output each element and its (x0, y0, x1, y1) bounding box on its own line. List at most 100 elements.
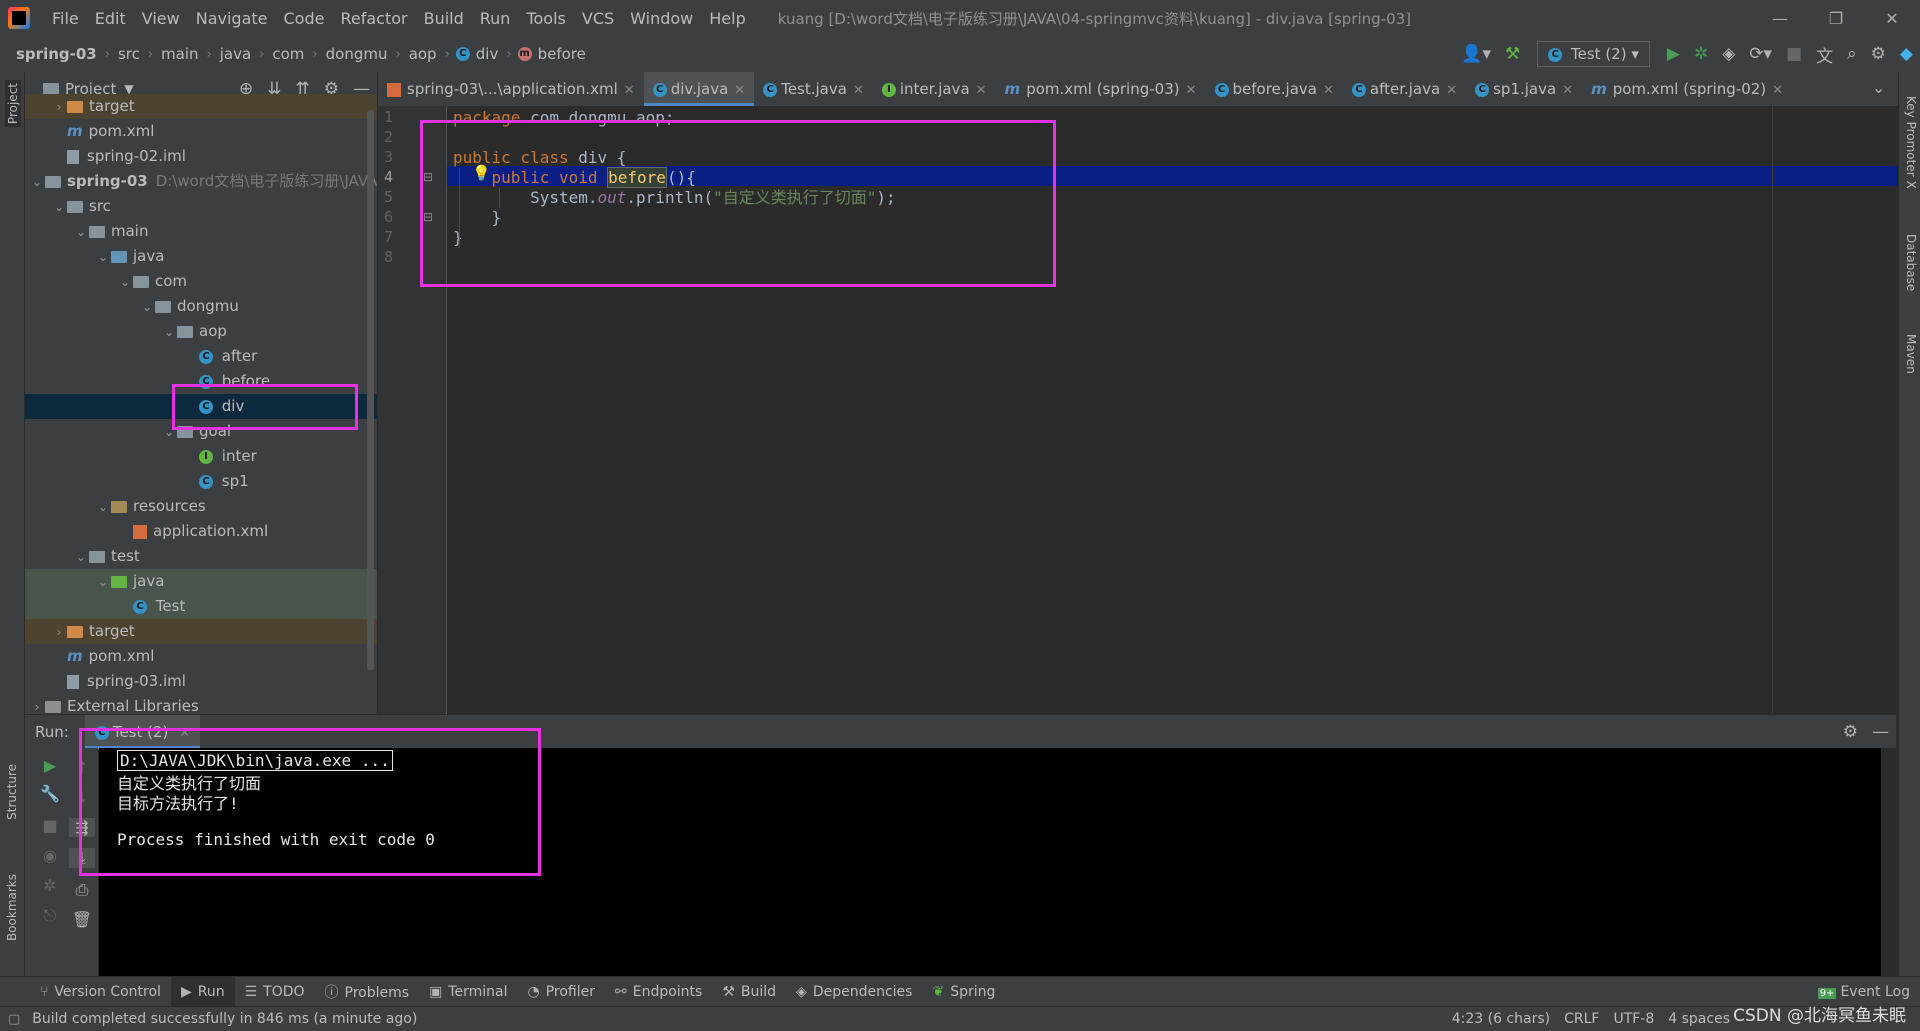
editor-tab[interactable]: Cdiv.java ✕ (643, 72, 755, 106)
menu-code[interactable]: Code (276, 9, 333, 28)
status-icon[interactable]: ▢ (8, 1012, 20, 1027)
menu-file[interactable]: File (44, 9, 87, 28)
tree-item[interactable]: ⌄ com (25, 269, 377, 294)
tool-tab-run[interactable]: ▶ Run (170, 977, 235, 1007)
tool-window-database[interactable]: Database (1904, 234, 1918, 291)
close-icon[interactable]: ✕ (1186, 83, 1197, 98)
settings-gear-icon[interactable]: ⚙ (1871, 44, 1886, 64)
editor-tab[interactable]: Csp1.java ✕ (1466, 72, 1582, 106)
tool-tab-dependencies[interactable]: ◈ Dependencies (786, 984, 922, 1000)
editor-tab[interactable]: m pom.xml (spring-03) ✕ (996, 72, 1206, 106)
expand-arrow-icon[interactable]: › (29, 695, 45, 714)
tool-tab-profiler[interactable]: ◔ Profiler (517, 984, 605, 1000)
close-icon[interactable]: ✕ (1772, 83, 1783, 98)
expand-arrow-icon[interactable]: ⌄ (51, 195, 67, 220)
tool-window-maven[interactable]: Maven (1904, 334, 1918, 374)
expand-arrow-icon[interactable]: ⌄ (95, 245, 111, 270)
restore-icon[interactable]: ❐ (1808, 9, 1864, 28)
menu-help[interactable]: Help (701, 9, 753, 28)
editor-tab[interactable]: m pom.xml (spring-02) ✕ (1582, 72, 1792, 106)
rerun-icon[interactable]: ▶ (37, 756, 63, 775)
translate-icon[interactable]: 文 (1816, 42, 1833, 67)
tree-item[interactable]: ⌄ aop (25, 319, 377, 344)
expand-arrow-icon[interactable]: ⌄ (95, 570, 111, 595)
tree-item[interactable]: › target (25, 619, 377, 644)
editor-tab[interactable]: Cafter.java ✕ (1343, 72, 1466, 106)
tool-tab-version-control[interactable]: ⑂ Version Control (30, 984, 171, 1000)
close-icon[interactable]: ✕ (976, 83, 987, 98)
breadcrumb-java[interactable]: java (218, 45, 253, 63)
tree-item[interactable]: ⌄ src (25, 194, 377, 219)
menu-vcs[interactable]: VCS (574, 9, 622, 28)
tree-item[interactable]: ⌄ test (25, 544, 377, 569)
expand-arrow-icon[interactable]: › (51, 620, 67, 645)
tree-item[interactable]: I inter (25, 444, 377, 469)
user-icon[interactable]: 👤▾ (1461, 44, 1491, 64)
tree-item[interactable]: application.xml (25, 519, 377, 544)
indent-setting[interactable]: 4 spaces (1668, 1011, 1730, 1027)
search-icon[interactable]: ⌕ (1847, 44, 1857, 64)
menu-navigate[interactable]: Navigate (188, 9, 276, 28)
close-icon[interactable]: ✕ (1323, 83, 1334, 98)
breadcrumb-src[interactable]: src (116, 45, 142, 63)
plugin-icon[interactable]: ◆ (1900, 44, 1913, 64)
tree-item[interactable]: C Test (25, 594, 377, 619)
close-icon[interactable]: ✕ (734, 83, 745, 98)
tree-item[interactable]: spring-03.iml (25, 669, 377, 694)
editor-tab[interactable]: spring-03\...\application.xml ✕ (378, 72, 644, 106)
close-icon[interactable]: ✕ (1562, 83, 1573, 98)
breadcrumb-method-before[interactable]: before (536, 45, 588, 63)
tool-window-bookmarks[interactable]: Bookmarks (5, 874, 19, 941)
settings-icon[interactable]: ✲ (37, 876, 63, 895)
camera-icon[interactable]: ◉ (37, 846, 63, 865)
project-scrollbar[interactable] (367, 110, 374, 670)
breadcrumb-project[interactable]: spring-03 (14, 45, 99, 63)
editor-tab[interactable]: C Test.java ✕ (754, 72, 873, 106)
tree-item[interactable]: C sp1 (25, 469, 377, 494)
tool-tab-spring[interactable]: ❦ Spring (922, 984, 1005, 1000)
tool-tab-problems[interactable]: ⓘ Problems (315, 982, 420, 1002)
tool-tab-endpoints[interactable]: ⚯ Endpoints (605, 984, 712, 1000)
tree-item[interactable]: ⌄ java (25, 569, 377, 594)
editor-tab[interactable]: Iinter.java ✕ (873, 72, 996, 106)
expand-arrow-icon[interactable]: › (51, 95, 67, 120)
file-encoding[interactable]: UTF-8 (1613, 1011, 1654, 1027)
run-configuration-select[interactable]: C Test (2) ▾ (1537, 41, 1650, 67)
close-icon[interactable]: ✕ (1446, 83, 1457, 98)
menu-window[interactable]: Window (622, 9, 701, 28)
tree-item[interactable]: m pom.xml (25, 644, 377, 669)
hide-run-panel-icon[interactable]: — (1872, 722, 1889, 742)
close-window-icon[interactable]: ✕ (1864, 9, 1920, 28)
close-icon[interactable]: ✕ (624, 83, 635, 98)
status-message[interactable]: Build completed successfully in 846 ms (… (32, 1011, 417, 1027)
tool-tab-terminal[interactable]: ▣ Terminal (419, 984, 517, 1000)
expand-arrow-icon[interactable]: ⌄ (73, 220, 89, 245)
tree-item[interactable]: C after (25, 344, 377, 369)
tree-item[interactable]: › target (25, 94, 377, 119)
menu-refactor[interactable]: Refactor (332, 9, 415, 28)
expand-arrow-icon[interactable]: ⌄ (161, 320, 177, 345)
tool-tab-todo[interactable]: ☰ TODO (235, 984, 315, 1000)
expand-arrow-icon[interactable]: ⌄ (117, 270, 133, 295)
run-icon[interactable]: ▶ (1667, 44, 1680, 64)
profile-icon[interactable]: ⟳▾ (1749, 44, 1772, 64)
tree-item[interactable]: ⌄ java (25, 244, 377, 269)
exit-icon[interactable]: ⎋ (37, 906, 63, 926)
expand-arrow-icon[interactable]: ⌄ (139, 295, 155, 320)
breadcrumb-class-div[interactable]: div (474, 45, 501, 63)
console-scrollbar[interactable] (1881, 748, 1896, 976)
caret-position[interactable]: 4:23 (6 chars) (1452, 1011, 1550, 1027)
stop-icon[interactable]: ■ (1786, 44, 1802, 64)
trash-icon[interactable]: 🗑 (69, 910, 95, 929)
tree-item[interactable]: ⌄ spring-03 D:\word文档\电子版练习册\JAVA (25, 169, 377, 194)
run-settings-gear-icon[interactable]: ⚙ (1843, 722, 1858, 742)
line-separator[interactable]: CRLF (1564, 1011, 1599, 1027)
tree-item[interactable]: ⌄ resources (25, 494, 377, 519)
tree-item[interactable]: › External Libraries (25, 694, 377, 714)
tab-list-chevron-icon[interactable]: ⌄ (1872, 78, 1885, 97)
close-icon[interactable]: ✕ (853, 83, 864, 98)
build-hammer-icon[interactable]: ⚒ (1505, 44, 1520, 64)
breadcrumb-com[interactable]: com (270, 45, 306, 63)
tool-tab-event-log[interactable]: 9+ Event Log (1808, 984, 1920, 1000)
breadcrumb-main[interactable]: main (159, 45, 200, 63)
